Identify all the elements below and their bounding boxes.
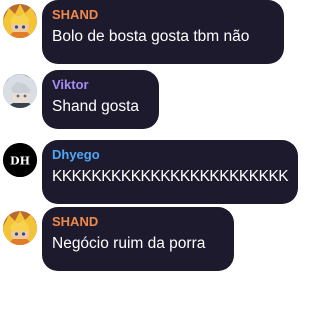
- sender-name[interactable]: SHAND: [52, 214, 224, 230]
- yellow-hair-anime-avatar-icon: [3, 211, 37, 245]
- message-bubble[interactable]: SHAND Bolo de bosta gosta tbm não: [42, 0, 284, 64]
- sender-name[interactable]: Dhyego: [52, 147, 288, 163]
- user-avatar[interactable]: [3, 74, 37, 108]
- message-text: Bolo de bosta gosta tbm não: [52, 28, 250, 45]
- user-avatar[interactable]: [3, 211, 37, 245]
- message-text: Shand gosta: [52, 98, 140, 115]
- message-bubble[interactable]: SHAND Negócio ruim da porra: [42, 207, 234, 271]
- message-text: Negócio ruim da porra: [52, 235, 206, 252]
- sender-name[interactable]: Viktor: [52, 77, 149, 93]
- user-avatar[interactable]: DH: [3, 143, 37, 177]
- silver-hair-anime-avatar-icon: [3, 74, 37, 108]
- svg-text:DH: DH: [10, 155, 30, 168]
- sender-name[interactable]: SHAND: [52, 7, 274, 23]
- dh-logo-avatar-icon: DH: [3, 143, 37, 177]
- message-bubble[interactable]: Dhyego KKKKKKKKKKKKKKKKKKKKKKKK: [42, 140, 298, 204]
- message-bubble[interactable]: Viktor Shand gosta: [42, 70, 159, 129]
- message-text: KKKKKKKKKKKKKKKKKKKKKKKK: [52, 168, 289, 185]
- yellow-hair-anime-avatar-icon: [3, 4, 37, 38]
- user-avatar[interactable]: [3, 4, 37, 38]
